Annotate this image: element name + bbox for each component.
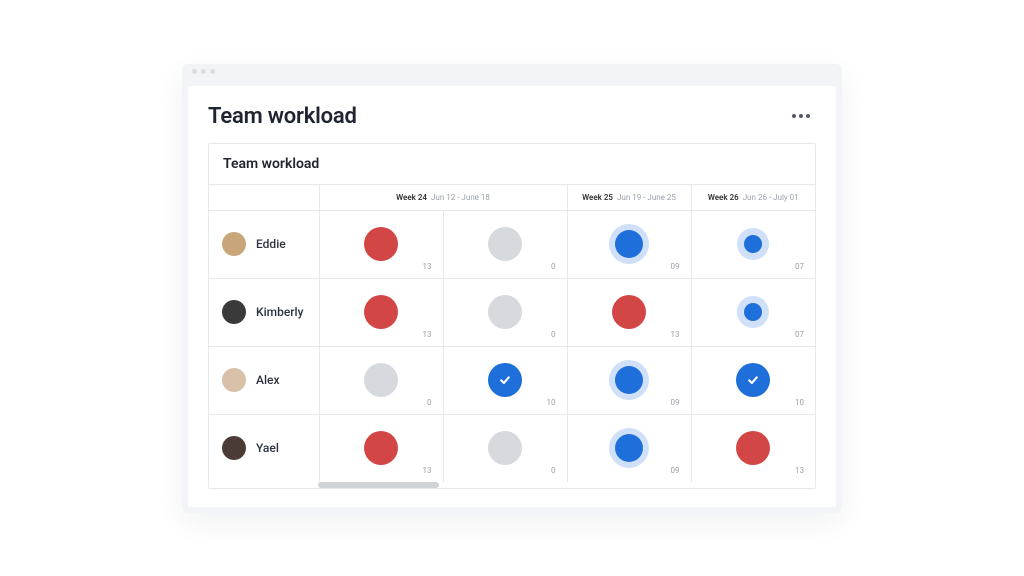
- member-name: Kimberly: [256, 305, 303, 319]
- table-row: Kimberly 13 0 13 07: [209, 278, 815, 346]
- member-cell[interactable]: Kimberly: [210, 300, 318, 324]
- table-row: Yael 13 0 09 13: [209, 414, 815, 482]
- workload-dot-blue-check: [488, 363, 522, 397]
- workload-count: 13: [795, 466, 804, 475]
- check-icon: [747, 374, 759, 386]
- workload-dot-grey: [488, 431, 522, 465]
- week-column-header: Week 25Jun 19 - June 25: [567, 184, 691, 210]
- page: Team workload Team workload Week 24Jun 1…: [188, 86, 836, 507]
- workload-count: 07: [795, 262, 804, 271]
- browser-frame: Team workload Team workload Week 24Jun 1…: [182, 64, 842, 513]
- traffic-light-icon: [210, 69, 215, 74]
- card-title: Team workload: [209, 144, 815, 184]
- more-options-button[interactable]: [786, 108, 816, 124]
- workload-cell[interactable]: 09: [567, 346, 691, 414]
- workload-count: 10: [547, 398, 556, 407]
- dots-icon: [799, 114, 803, 118]
- workload-cell[interactable]: 13: [319, 210, 443, 278]
- workload-cell[interactable]: 13: [319, 278, 443, 346]
- workload-cell[interactable]: 09: [567, 210, 691, 278]
- workload-dot-blue: [744, 303, 762, 321]
- browser-titlebar: [182, 64, 842, 80]
- dots-icon: [806, 114, 810, 118]
- workload-table: Week 24Jun 12 - June 18 Week 25Jun 19 - …: [209, 184, 815, 483]
- check-icon: [499, 374, 511, 386]
- table-row: Alex 0 10 09 10: [209, 346, 815, 414]
- member-name: Yael: [256, 441, 279, 455]
- member-name: Alex: [256, 373, 279, 387]
- workload-dot-blue: [615, 366, 643, 394]
- workload-count: 0: [551, 330, 556, 339]
- dots-icon: [792, 114, 796, 118]
- week-column-header: Week 26Jun 26 - July 01: [691, 184, 815, 210]
- page-title: Team workload: [208, 104, 357, 129]
- avatar: [222, 436, 246, 460]
- traffic-light-icon: [192, 69, 197, 74]
- workload-dot-red: [364, 227, 398, 261]
- week-column-header: Week 24Jun 12 - June 18: [319, 184, 567, 210]
- workload-dot-red: [612, 295, 646, 329]
- workload-count: 09: [671, 398, 680, 407]
- traffic-light-icon: [201, 69, 206, 74]
- workload-cell[interactable]: 13: [319, 414, 443, 482]
- avatar: [222, 368, 246, 392]
- workload-dot-blue: [744, 235, 762, 253]
- member-cell[interactable]: Eddie: [210, 232, 318, 256]
- workload-count: 0: [551, 262, 556, 271]
- horizontal-scrollbar[interactable]: [209, 482, 815, 488]
- workload-cell[interactable]: 07: [691, 278, 815, 346]
- workload-count: 09: [671, 466, 680, 475]
- workload-cell[interactable]: 10: [443, 346, 567, 414]
- member-name: Eddie: [256, 237, 286, 251]
- workload-dot-grey: [364, 363, 398, 397]
- workload-cell[interactable]: 07: [691, 210, 815, 278]
- member-cell[interactable]: Alex: [210, 368, 318, 392]
- workload-cell[interactable]: 10: [691, 346, 815, 414]
- workload-cell[interactable]: 0: [443, 278, 567, 346]
- workload-dot-red: [736, 431, 770, 465]
- workload-cell[interactable]: 0: [443, 210, 567, 278]
- workload-count: 10: [795, 398, 804, 407]
- workload-dot-blue: [615, 434, 643, 462]
- workload-cell[interactable]: 13: [567, 278, 691, 346]
- workload-count: 0: [427, 398, 432, 407]
- workload-count: 0: [551, 466, 556, 475]
- page-header: Team workload: [208, 104, 816, 129]
- scrollbar-thumb[interactable]: [318, 482, 439, 488]
- workload-dot-blue-check: [736, 363, 770, 397]
- workload-dot-grey: [488, 295, 522, 329]
- workload-count: 07: [795, 330, 804, 339]
- workload-count: 13: [423, 466, 432, 475]
- workload-dot-blue: [615, 230, 643, 258]
- workload-card: Team workload Week 24Jun 12 - June 18 We…: [208, 143, 816, 489]
- workload-cell[interactable]: 0: [319, 346, 443, 414]
- workload-count: 13: [423, 262, 432, 271]
- avatar: [222, 300, 246, 324]
- workload-dot-red: [364, 295, 398, 329]
- workload-dot-red: [364, 431, 398, 465]
- workload-cell[interactable]: 09: [567, 414, 691, 482]
- workload-count: 13: [671, 330, 680, 339]
- table-row: Eddie 13 0 09 07: [209, 210, 815, 278]
- avatar: [222, 232, 246, 256]
- workload-dot-grey: [488, 227, 522, 261]
- workload-count: 13: [423, 330, 432, 339]
- member-cell[interactable]: Yael: [210, 436, 318, 460]
- workload-count: 09: [671, 262, 680, 271]
- workload-cell[interactable]: 13: [691, 414, 815, 482]
- member-column-header: [209, 184, 319, 210]
- workload-cell[interactable]: 0: [443, 414, 567, 482]
